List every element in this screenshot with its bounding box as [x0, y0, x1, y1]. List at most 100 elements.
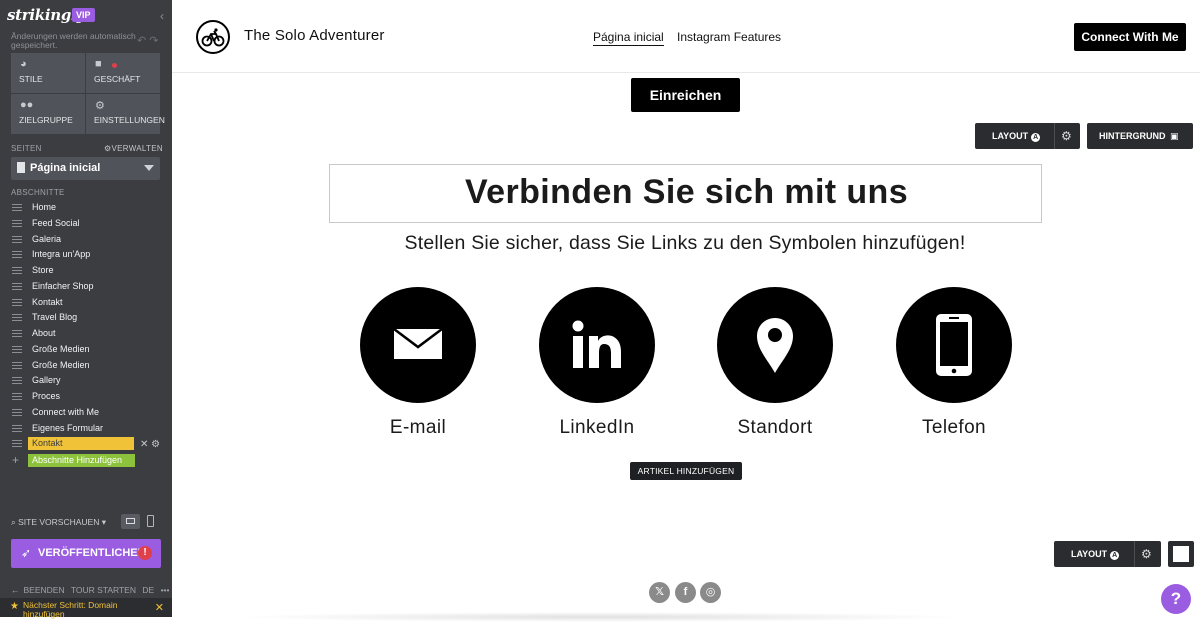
drag-handle-icon[interactable]	[12, 251, 22, 261]
drag-handle-icon[interactable]	[12, 219, 22, 229]
section-item[interactable]: Home	[12, 201, 162, 217]
drag-handle-icon[interactable]	[12, 408, 22, 418]
page-dropdown[interactable]: Página inicial	[11, 157, 160, 180]
section-subheading[interactable]: Stellen Sie sicher, dass Sie Links zu de…	[300, 232, 1070, 255]
image-icon: ▣	[1170, 131, 1179, 141]
instagram-icon[interactable]: ◎	[700, 582, 721, 603]
undo-redo-icons[interactable]: ↶ ↷	[137, 34, 159, 47]
section-item[interactable]: Connect with Me	[12, 406, 162, 422]
mobile-view-toggle[interactable]	[147, 515, 154, 527]
next-step-banner[interactable]: ★ Nächster Schritt: Domain hinzufügen ✕	[0, 598, 172, 619]
background-button[interactable]: HINTERGRUND ▣	[1087, 123, 1193, 149]
publish-label: VERÖFFENTLICHEN	[38, 547, 146, 559]
tour-link[interactable]: TOUR STARTEN	[71, 585, 136, 595]
contact-linkedin[interactable]: LinkedIn	[507, 287, 687, 447]
more-menu-icon[interactable]: •••	[161, 585, 170, 595]
section-item[interactable]: Galeria	[12, 233, 162, 249]
close-icon[interactable]: ✕	[140, 439, 148, 450]
pages-heading: SEITEN	[11, 144, 42, 153]
section-item[interactable]: About	[12, 327, 162, 343]
manage-label: VERWALTEN	[111, 144, 163, 153]
contact-location[interactable]: Standort	[685, 287, 865, 447]
contact-phone[interactable]: Telefon	[864, 287, 1044, 447]
section-settings-gear-icon[interactable]: ⚙	[1061, 123, 1072, 149]
bicycle-logo-icon[interactable]	[196, 20, 230, 54]
section-list: Home Feed Social Galeria Integra un'App …	[12, 201, 162, 453]
drag-handle-icon[interactable]	[12, 330, 22, 339]
next-step-text: Nächster Schritt: Domain hinzufügen	[23, 600, 118, 619]
layout-button[interactable]: LAYOUT A	[992, 123, 1041, 149]
document-icon	[17, 162, 25, 173]
section-item[interactable]: Integra un'App	[12, 248, 162, 264]
tile-stile[interactable]: ◕ STILE	[11, 53, 85, 93]
section-item[interactable]: Große Medien	[12, 343, 162, 359]
drag-handle-icon[interactable]	[12, 424, 22, 434]
contact-email[interactable]: E-mail	[328, 287, 508, 447]
shop-bag-icon: ■	[95, 58, 102, 70]
add-section-label: Abschnitte Hinzufügen	[28, 454, 135, 467]
facebook-icon[interactable]: f	[675, 582, 696, 603]
contact-label: E-mail	[389, 417, 447, 438]
manage-pages-link[interactable]: ⚙VERWALTEN	[104, 144, 163, 153]
drag-handle-icon[interactable]	[12, 282, 22, 292]
section-layout-toolbar: LAYOUT A ⚙	[975, 123, 1080, 149]
drag-handle-icon[interactable]	[12, 204, 22, 213]
layout-button[interactable]: LAYOUT A	[1071, 541, 1120, 567]
section-item[interactable]: Kontakt	[12, 296, 162, 312]
section-name: Integra un'App	[32, 249, 91, 260]
chevron-down-icon	[144, 165, 154, 171]
submit-button[interactable]: Einreichen	[631, 78, 740, 112]
section-name: Connect with Me	[32, 406, 100, 417]
add-section-button[interactable]: + Abschnitte Hinzufügen	[12, 453, 135, 468]
section-settings-gear-icon[interactable]: ⚙	[1141, 541, 1152, 567]
section-name: Einfacher Shop	[32, 280, 94, 291]
drag-handle-icon[interactable]	[12, 361, 22, 371]
drag-handle-icon[interactable]	[12, 393, 22, 402]
editor-sidebar: strikingly VIP ‹ Änderungen werden autom…	[0, 0, 174, 619]
nav-link-home[interactable]: Página inicial	[593, 30, 664, 46]
drag-handle-icon[interactable]	[12, 314, 22, 324]
sections-heading: ABSCHNITTE	[11, 188, 65, 197]
site-title[interactable]: The Solo Adventurer	[244, 27, 385, 44]
section-item[interactable]: Store	[12, 264, 162, 280]
section-item[interactable]: Gallery	[12, 374, 162, 390]
drag-handle-icon[interactable]	[12, 440, 22, 450]
section-item[interactable]: Travel Blog	[12, 311, 162, 327]
publish-button[interactable]: ➶ VERÖFFENTLICHEN !	[11, 539, 161, 568]
alert-icon: !	[138, 546, 152, 560]
tile-label: ZIELGRUPPE	[19, 115, 73, 125]
drag-handle-icon[interactable]	[12, 377, 22, 387]
drag-handle-icon[interactable]	[12, 298, 22, 308]
add-article-button[interactable]: ARTIKEL HINZUFÜGEN	[630, 462, 742, 480]
drag-handle-icon[interactable]	[12, 267, 22, 276]
close-icon[interactable]: ✕	[155, 601, 164, 614]
drag-handle-icon[interactable]	[12, 345, 22, 355]
gear-icon[interactable]: ⚙	[151, 439, 160, 450]
exit-link[interactable]: BEENDEN	[24, 585, 65, 595]
connect-button[interactable]: Connect With Me	[1074, 23, 1186, 51]
x-icon[interactable]: 𝕏	[649, 582, 670, 603]
tile-geschaeft[interactable]: ■ GESCHÄFT	[86, 53, 160, 93]
linkedin-icon	[539, 287, 655, 403]
layout-label: LAYOUT	[1071, 549, 1108, 559]
drag-handle-icon[interactable]	[12, 235, 22, 245]
section-item[interactable]: Einfacher Shop	[12, 280, 162, 296]
sidebar-footer: ← BEENDEN TOUR STARTEN DE •••	[11, 585, 174, 595]
help-button[interactable]: ?	[1161, 584, 1191, 614]
section-item[interactable]: Feed Social	[12, 217, 162, 233]
tile-zielgruppe[interactable]: ●● ZIELGRUPPE	[11, 94, 85, 134]
section-name: Gallery	[32, 375, 61, 386]
section-item[interactable]: Proces	[12, 390, 162, 406]
nav-link-instagram[interactable]: Instagram Features	[677, 30, 781, 44]
headline-box[interactable]: Verbinden Sie sich mit uns	[329, 164, 1042, 223]
section-item[interactable]: Eigenes Formular	[12, 422, 162, 438]
tile-einstellungen[interactable]: ⚙ EINSTELLUNGEN	[86, 94, 165, 134]
section-item[interactable]: Große Medien	[12, 359, 162, 375]
site-preview-dropdown[interactable]: ⌕ SITE VORSCHAUEN ▾	[11, 517, 106, 528]
section-name: Travel Blog	[32, 312, 78, 323]
language-link[interactable]: DE	[142, 585, 154, 595]
background-color-toggle[interactable]	[1168, 541, 1194, 567]
desktop-view-toggle[interactable]	[121, 514, 140, 529]
collapse-sidebar-icon[interactable]: ‹	[160, 9, 164, 23]
section-name: Proces	[32, 391, 61, 401]
